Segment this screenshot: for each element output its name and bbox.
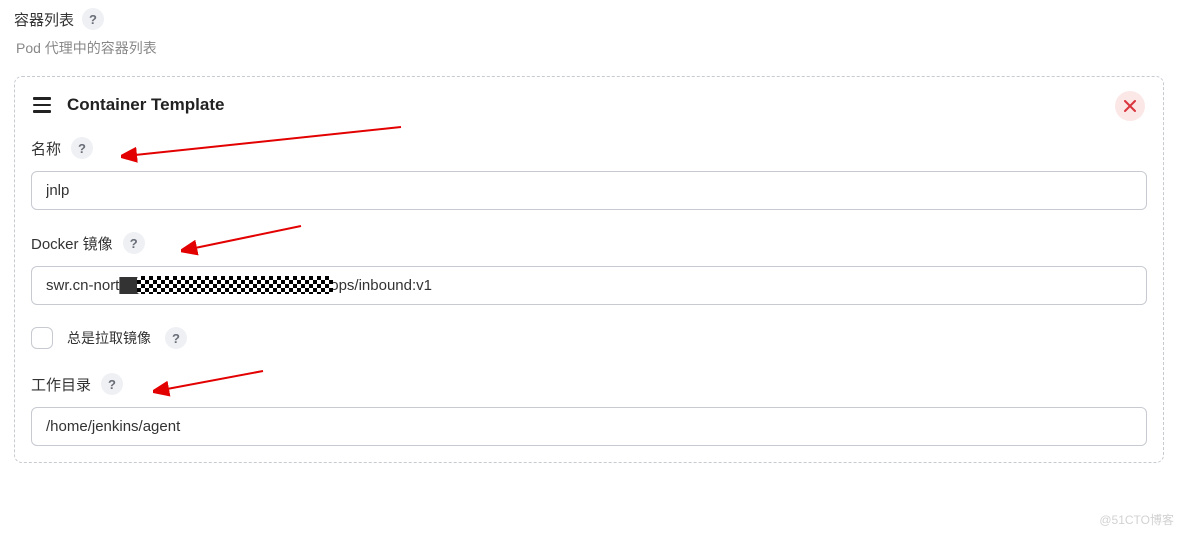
docker-image-input[interactable] (31, 266, 1147, 305)
docker-image-label: Docker 镜像 (31, 233, 113, 254)
help-icon[interactable]: ? (82, 8, 104, 30)
name-input[interactable] (31, 171, 1147, 210)
section-subtitle: Pod 代理中的容器列表 (14, 38, 1164, 58)
watermark: @51CTO博客 (1099, 511, 1174, 528)
card-title: Container Template (67, 95, 224, 115)
help-icon[interactable]: ? (101, 373, 123, 395)
help-icon[interactable]: ? (71, 137, 93, 159)
close-icon (1124, 100, 1136, 112)
name-label: 名称 (31, 138, 61, 159)
working-dir-input[interactable] (31, 407, 1147, 446)
always-pull-checkbox[interactable] (31, 327, 53, 349)
help-icon[interactable]: ? (165, 327, 187, 349)
working-dir-label: 工作目录 (31, 374, 91, 395)
section-title: 容器列表 (14, 9, 74, 30)
drag-handle-icon[interactable] (31, 95, 53, 115)
container-template-card: Container Template 名称 ? Docker 镜像 ? (14, 76, 1164, 463)
close-button[interactable] (1115, 91, 1145, 121)
help-icon[interactable]: ? (123, 232, 145, 254)
always-pull-label: 总是拉取镜像 (67, 328, 151, 348)
